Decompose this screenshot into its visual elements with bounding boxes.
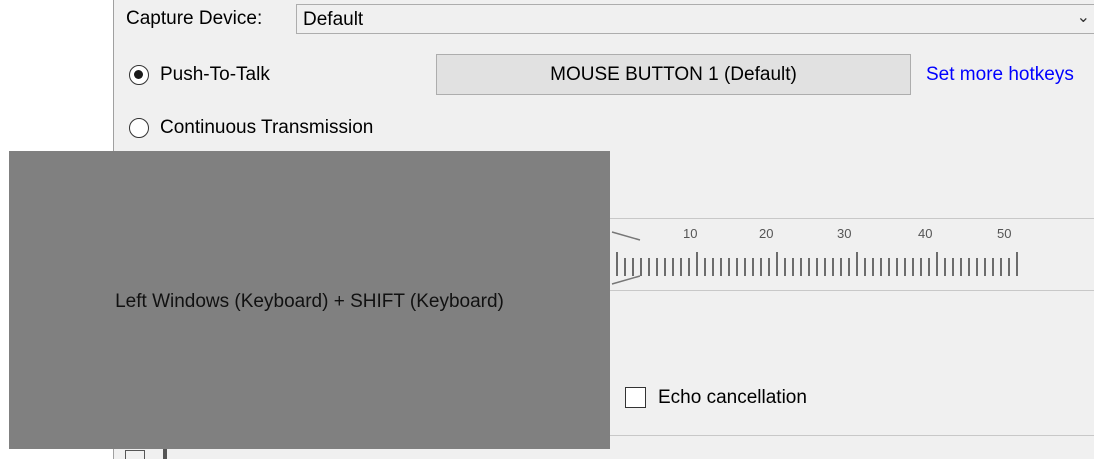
- hotkey-button[interactable]: MOUSE BUTTON 1 (Default): [436, 54, 911, 95]
- echo-cancellation-label[interactable]: Echo cancellation: [658, 387, 807, 409]
- capture-device-combobox[interactable]: Default ⌄: [296, 4, 1094, 34]
- continuous-transmission-radio[interactable]: [129, 118, 149, 138]
- chevron-down-icon: ⌄: [1076, 9, 1090, 26]
- separator: [604, 435, 1094, 436]
- slider-tick-label: 50: [997, 226, 1012, 241]
- set-more-hotkeys-link[interactable]: Set more hotkeys: [926, 64, 1074, 86]
- push-to-talk-label[interactable]: Push-To-Talk: [160, 64, 270, 86]
- echo-cancellation-checkbox[interactable]: [625, 387, 646, 408]
- slider-tick-label: 20: [759, 226, 774, 241]
- hotkey-button-label: MOUSE BUTTON 1 (Default): [550, 63, 797, 85]
- slider-tick-label: 40: [918, 226, 933, 241]
- continuous-transmission-label[interactable]: Continuous Transmission: [160, 117, 373, 139]
- partial-text: [163, 448, 167, 459]
- tooltip-text: Left Windows (Keyboard) + SHIFT (Keyboar…: [115, 291, 504, 312]
- hotkey-tooltip: Left Windows (Keyboard) + SHIFT (Keyboar…: [9, 151, 610, 449]
- capture-device-label: Capture Device:: [126, 8, 263, 29]
- partial-checkbox[interactable]: [125, 450, 145, 459]
- capture-device-value: Default: [303, 9, 364, 30]
- push-to-talk-radio[interactable]: [129, 65, 149, 85]
- slider-tick-label: 30: [837, 226, 852, 241]
- radio-selected-dot: [134, 70, 143, 79]
- slider-tick-label: 10: [683, 226, 698, 241]
